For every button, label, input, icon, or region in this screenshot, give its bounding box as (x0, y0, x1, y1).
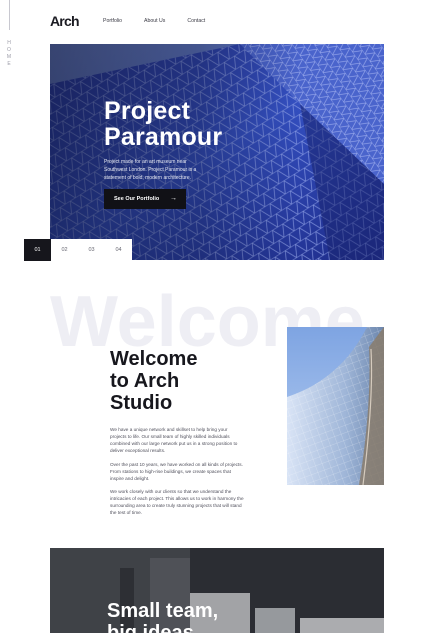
small-team-title-line-2: big ideas. (107, 622, 200, 633)
hero-section: Project Paramour Project made for an art… (50, 44, 384, 260)
slide-tab-2[interactable]: 02 (51, 239, 78, 261)
welcome-title-line-2: to Arch (110, 370, 180, 392)
welcome-paragraph-3: We work closely with our clients so that… (110, 489, 244, 515)
slide-tab-4[interactable]: 04 (105, 239, 132, 261)
welcome-title-line-3: Studio (110, 392, 173, 414)
hero-title-line-1: Project (104, 97, 191, 125)
nav-link-portfolio[interactable]: Portfolio (103, 18, 122, 24)
slide-tab-1[interactable]: 01 (24, 239, 51, 261)
arrow-right-icon: → (170, 195, 177, 202)
nav-link-about-us[interactable]: About Us (144, 18, 165, 24)
logo[interactable]: Arch (50, 13, 79, 29)
hero-title-line-2: Paramour (104, 123, 223, 151)
welcome-building-image (287, 327, 384, 485)
small-team-title: Small team, big ideas. (107, 600, 218, 633)
see-portfolio-button[interactable]: See Our Portfolio → (104, 189, 186, 209)
welcome-paragraph-2: Over the past 10 years, we have worked o… (110, 462, 243, 481)
welcome-title-line-1: Welcome (110, 348, 198, 370)
nav-link-contact[interactable]: Contact (187, 18, 205, 24)
side-rail-label: HOME (6, 40, 14, 67)
hero-title: Project Paramour (104, 98, 222, 150)
slide-pager: 01 02 03 04 (24, 239, 132, 261)
small-team-title-line-1: Small team, (107, 600, 219, 622)
slide-tab-3[interactable]: 03 (78, 239, 105, 261)
hero-description: Project made for an art museum near Sout… (104, 159, 197, 181)
see-portfolio-label: See Our Portfolio (114, 196, 160, 202)
curved-building-graphic (287, 327, 384, 485)
small-team-section: Small team, big ideas. (50, 548, 384, 633)
welcome-paragraph-1: We have a unique network and skillset to… (110, 427, 238, 453)
main-nav: Portfolio About Us Contact (103, 18, 227, 24)
hero-overlay (50, 44, 384, 260)
welcome-title: Welcome to Arch Studio (110, 348, 197, 414)
side-rail-line (9, 0, 10, 30)
